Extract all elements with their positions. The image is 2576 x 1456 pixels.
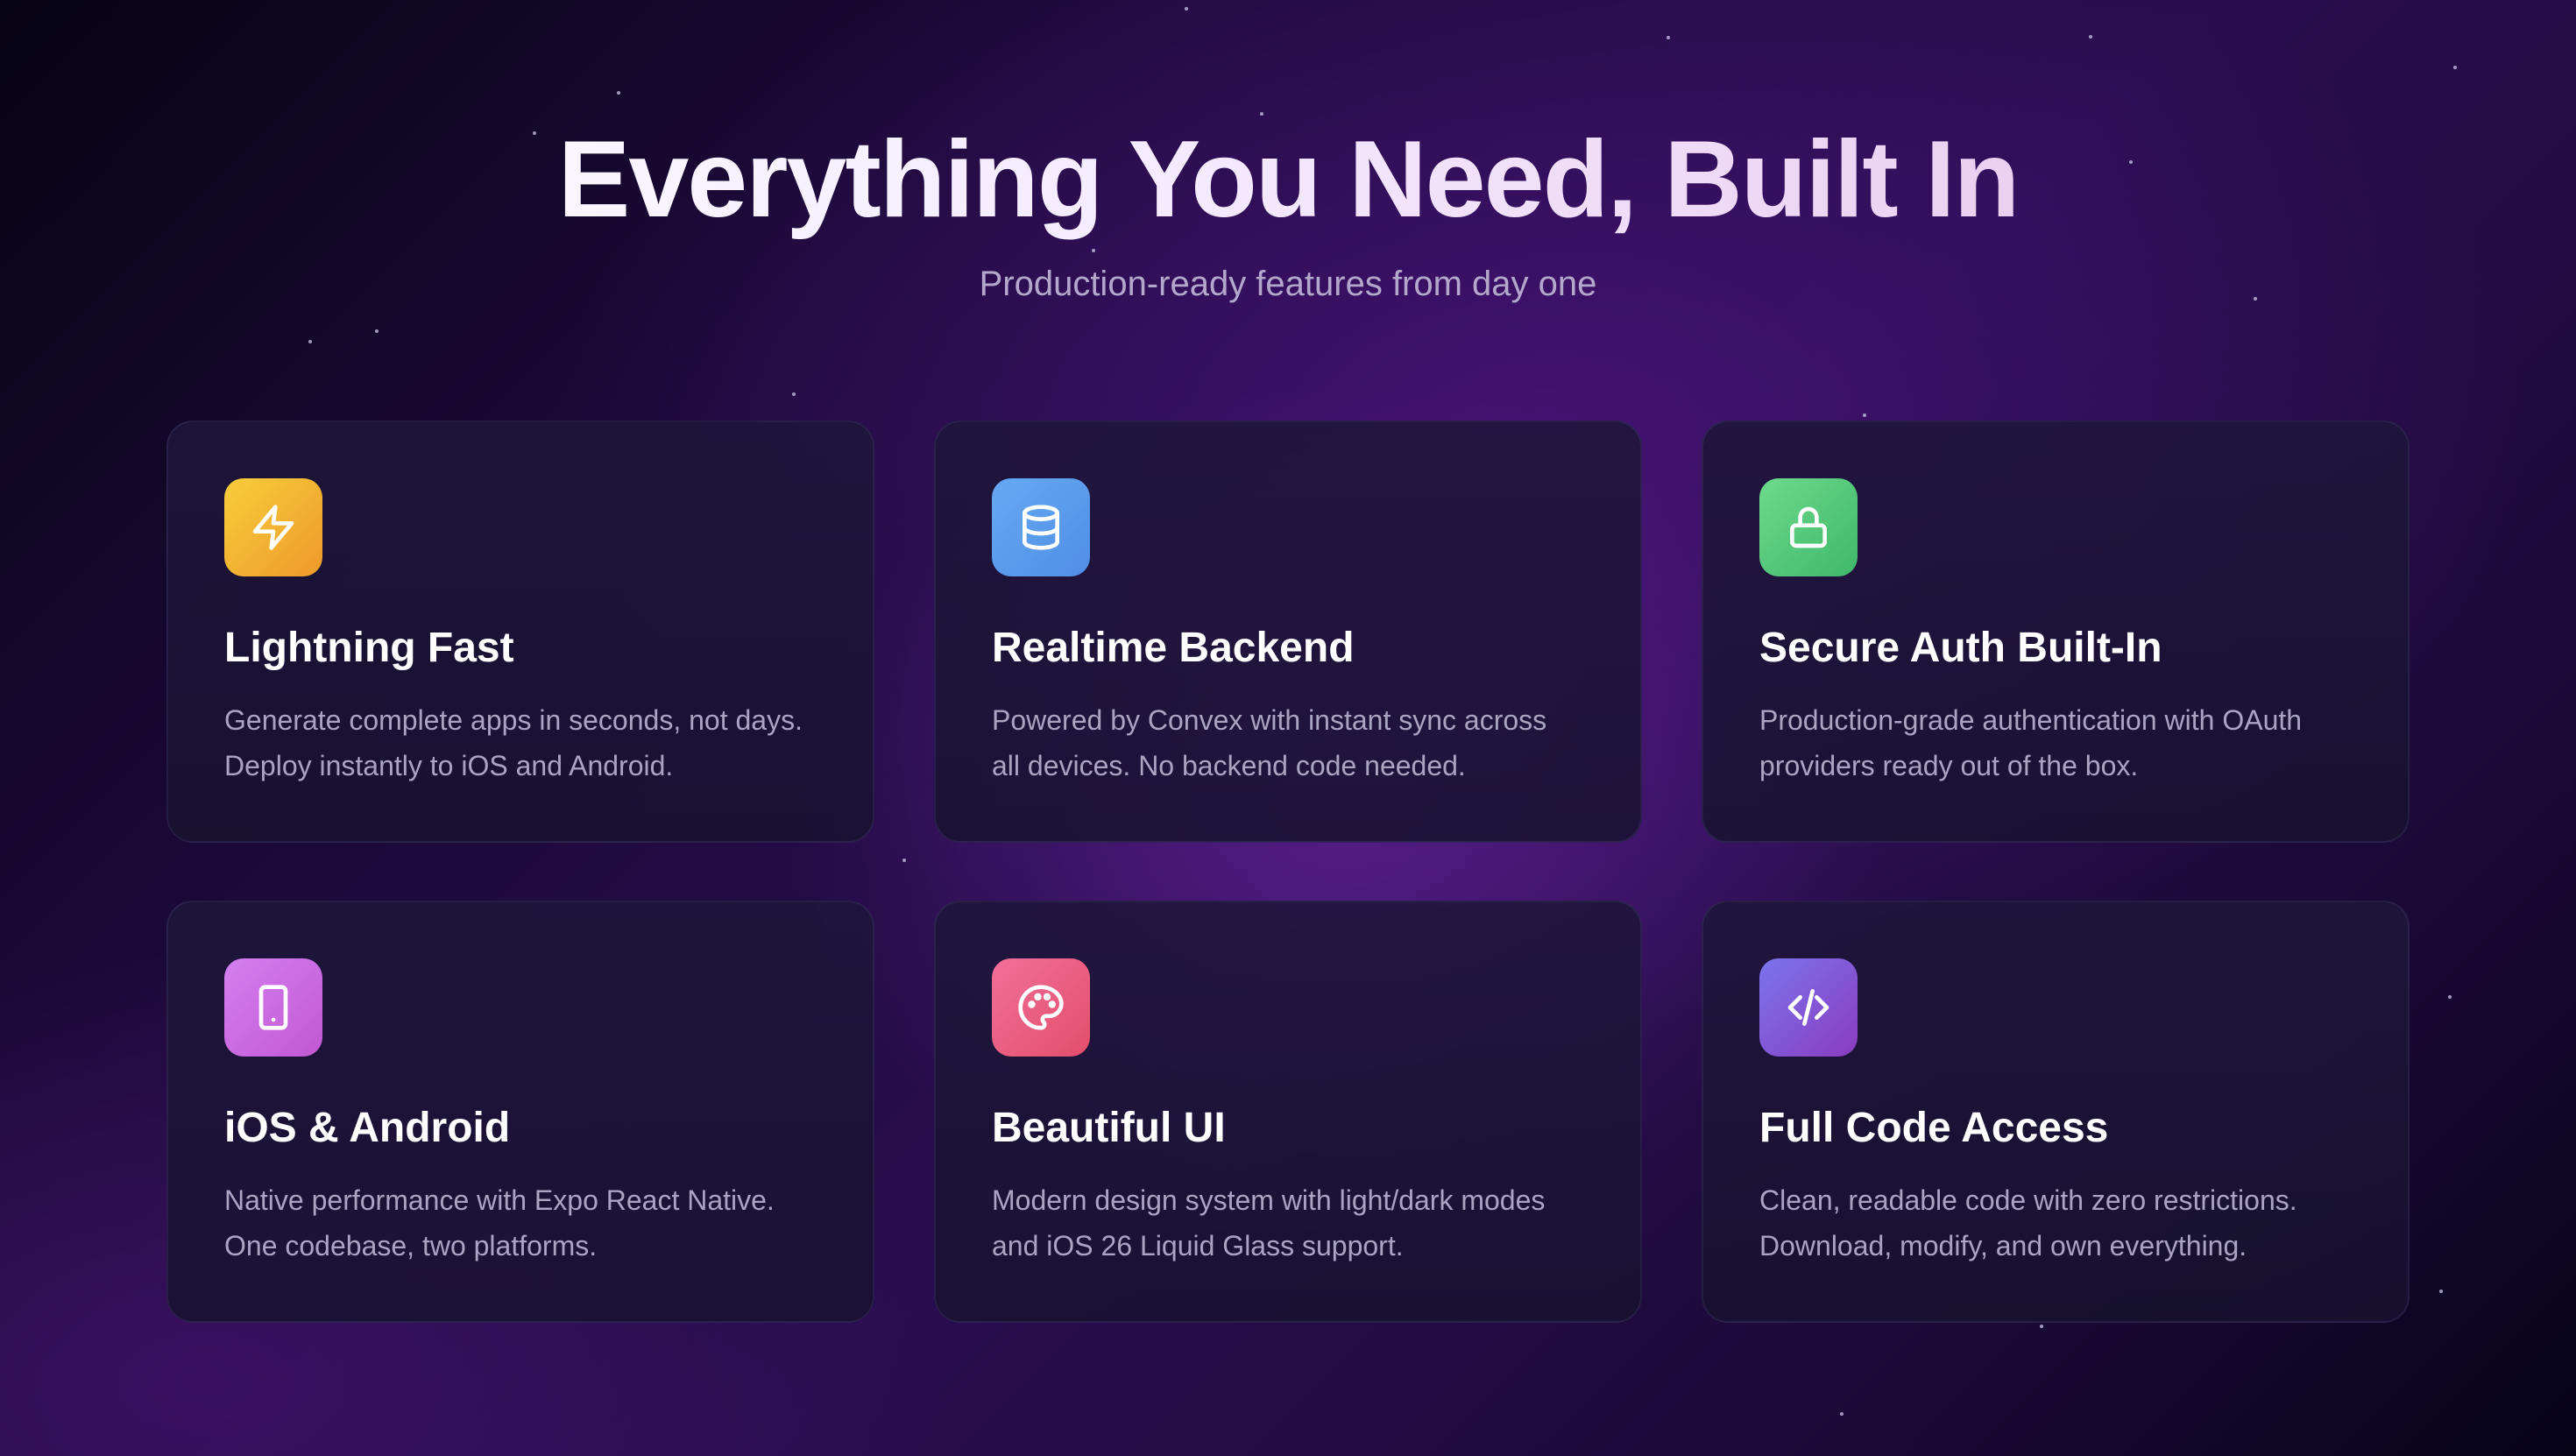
star-dot <box>2089 35 2092 39</box>
feature-card-ios-android: iOS & Android Native performance with Ex… <box>166 901 874 1323</box>
palette-icon <box>992 958 1090 1057</box>
star-dot <box>1667 36 1670 39</box>
feature-title: Full Code Access <box>1759 1105 2109 1151</box>
lightning-icon <box>224 478 322 576</box>
feature-description: Clean, readable code with zero restricti… <box>1759 1184 2297 1262</box>
feature-title: iOS & Android <box>224 1105 511 1151</box>
code-icon <box>1759 958 1858 1057</box>
feature-card-secure-auth: Secure Auth Built-In Production-grade au… <box>1702 421 2410 843</box>
feature-title: Beautiful UI <box>992 1105 1226 1151</box>
feature-description: Modern design system with light/dark mod… <box>992 1184 1546 1262</box>
feature-card-full-code-access: Full Code Access Clean, readable code wi… <box>1702 901 2410 1323</box>
star-dot <box>375 329 379 333</box>
star-dot <box>308 340 312 343</box>
feature-title: Secure Auth Built-In <box>1759 625 2162 671</box>
feature-description: Production-grade authentication with OAu… <box>1759 704 2303 781</box>
star-dot <box>1185 7 1188 11</box>
star-dot <box>2040 1325 2043 1328</box>
star-dot <box>2439 1290 2443 1293</box>
feature-title: Lightning Fast <box>224 625 514 671</box>
star-dot <box>1863 413 1866 417</box>
feature-card-beautiful-ui: Beautiful UI Modern design system with l… <box>934 901 1642 1323</box>
section-subtitle: Production-ready features from day one <box>979 265 1597 303</box>
features-grid: Lightning Fast Generate complete apps in… <box>166 421 2410 1323</box>
feature-title: Realtime Backend <box>992 625 1355 671</box>
star-dot <box>2453 66 2457 69</box>
section-header: Everything You Need, Built In Production… <box>0 114 2576 304</box>
smartphone-icon <box>224 958 322 1057</box>
feature-description: Powered by Convex with instant sync acro… <box>992 704 1547 781</box>
star-dot <box>792 392 796 396</box>
feature-description: Native performance with Expo React Nativ… <box>224 1184 775 1262</box>
feature-card-realtime-backend: Realtime Backend Powered by Convex with … <box>934 421 1642 843</box>
section-title: Everything You Need, Built In <box>0 114 2576 245</box>
star-dot <box>617 91 620 95</box>
database-icon <box>992 478 1090 576</box>
lock-icon <box>1759 478 1858 576</box>
feature-description: Generate complete apps in seconds, not d… <box>224 704 803 781</box>
star-dot <box>1840 1412 1844 1416</box>
feature-card-lightning-fast: Lightning Fast Generate complete apps in… <box>166 421 874 843</box>
star-dot <box>2448 995 2452 999</box>
